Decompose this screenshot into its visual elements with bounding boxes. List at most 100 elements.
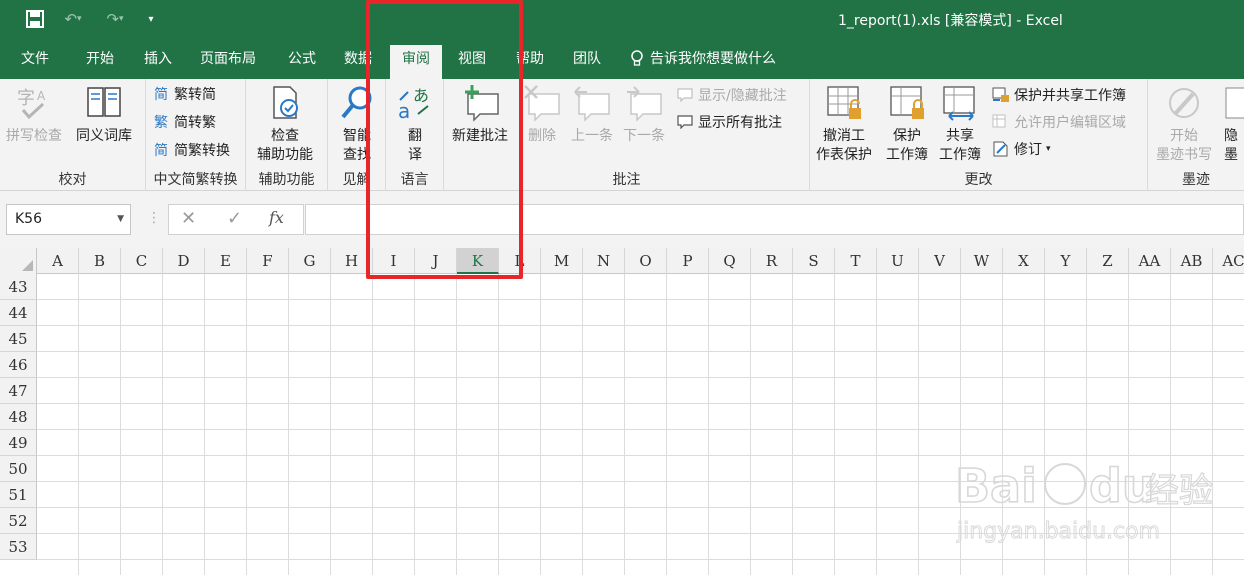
previous-comment-icon: [572, 83, 612, 123]
row-header-45[interactable]: 45: [0, 326, 37, 352]
enter-icon[interactable]: ✓: [227, 208, 242, 229]
protect-workbook-button[interactable]: 保护 工作簿: [886, 83, 928, 165]
column-header-m[interactable]: M: [541, 248, 583, 274]
thesaurus-button[interactable]: 同义词库: [76, 83, 132, 146]
group-label-ink: 墨迹: [1182, 172, 1210, 188]
column-header-w[interactable]: W: [961, 248, 1003, 274]
column-header-c[interactable]: C: [121, 248, 163, 274]
convert-button[interactable]: 简 简繁转换: [152, 139, 230, 161]
unprotect-sheet-button[interactable]: 撤消工 作表保护: [816, 83, 872, 165]
column-header-e[interactable]: E: [205, 248, 247, 274]
column-header-o[interactable]: O: [625, 248, 667, 274]
highlight-annotation: [366, 0, 523, 279]
hide-ink-icon: [1224, 83, 1244, 123]
simp-to-trad-button[interactable]: 繁 简转繁: [152, 111, 216, 133]
allow-edit-label: 允许用户编辑区域: [1014, 115, 1126, 131]
show-hide-comment-button[interactable]: 显示/隐藏批注: [676, 84, 787, 106]
track-changes-label: 修订: [1014, 142, 1042, 158]
group-changes: 撤消工 作表保护 保护 工作簿 共享 工作簿 保护并共享工作簿 允许用户编辑区域…: [810, 79, 1148, 191]
tell-me-label: 告诉我你想要做什么: [650, 51, 776, 67]
cancel-icon[interactable]: ✕: [181, 208, 196, 229]
insert-function-icon[interactable]: fx: [269, 208, 284, 227]
row-header-51[interactable]: 51: [0, 482, 37, 508]
chevron-down-icon[interactable]: ▼: [117, 205, 124, 234]
previous-comment-button[interactable]: 上一条: [571, 83, 613, 146]
allow-edit-ranges-button[interactable]: 允许用户编辑区域: [992, 111, 1126, 133]
column-header-s[interactable]: S: [793, 248, 835, 274]
column-header-n[interactable]: N: [583, 248, 625, 274]
column-header-z[interactable]: Z: [1087, 248, 1129, 274]
track-changes-icon: [992, 140, 1010, 158]
column-header-y[interactable]: Y: [1045, 248, 1087, 274]
group-proofing: 字A 拼写检查 同义词库 校对: [0, 79, 146, 191]
protect-share-label: 保护并共享工作簿: [1014, 88, 1126, 104]
row-header-53[interactable]: 53: [0, 534, 37, 560]
inking-pen-icon: [1164, 83, 1204, 123]
protect-share-icon: [992, 86, 1010, 104]
column-header-t[interactable]: T: [835, 248, 877, 274]
protect-share-button[interactable]: 保护并共享工作簿: [992, 84, 1126, 106]
column-header-u[interactable]: U: [877, 248, 919, 274]
row-header-43[interactable]: 43: [0, 274, 37, 300]
row-header-52[interactable]: 52: [0, 508, 37, 534]
undo-icon[interactable]: ↶ ▾: [58, 8, 88, 30]
column-header-ab[interactable]: AB: [1171, 248, 1213, 274]
spelling-icon: 字A: [14, 83, 54, 123]
watermark-cn: 经验: [1145, 471, 1213, 511]
show-all-comments-button[interactable]: 显示所有批注: [676, 111, 782, 133]
group-chinese-conversion: 简 繁转简 繁 简转繁 简 简繁转换 中文简繁转换: [146, 79, 246, 191]
share-workbook-button[interactable]: 共享 工作簿: [939, 83, 981, 165]
next-comment-icon: [624, 83, 664, 123]
column-header-a[interactable]: A: [37, 248, 79, 274]
tab-insert[interactable]: 插入: [140, 45, 176, 79]
unprotect-sheet-icon: [824, 83, 864, 123]
hide-ink-label-2: 墨: [1224, 147, 1238, 163]
track-changes-button[interactable]: 修订 ▾: [992, 138, 1051, 160]
trad-to-simp-button[interactable]: 简 繁转简: [152, 83, 216, 105]
column-header-aa[interactable]: AA: [1129, 248, 1171, 274]
delete-comment-button[interactable]: 删除: [522, 83, 562, 146]
formula-bar-splitter[interactable]: ⋮: [147, 210, 161, 226]
start-inking-button[interactable]: 开始 墨迹书写: [1156, 83, 1212, 165]
select-all-button[interactable]: [0, 248, 37, 274]
show-all-comments-icon: [676, 113, 694, 131]
allow-edit-ranges-icon: [992, 113, 1010, 131]
row-header-46[interactable]: 46: [0, 352, 37, 378]
next-comment-button[interactable]: 下一条: [623, 83, 665, 146]
tab-file[interactable]: 文件: [17, 45, 53, 79]
row-header-48[interactable]: 48: [0, 404, 37, 430]
customize-qat-icon[interactable]: ▾: [142, 8, 160, 30]
column-header-g[interactable]: G: [289, 248, 331, 274]
redo-icon[interactable]: ↷ ▾: [100, 8, 130, 30]
simp-trad-icon: 繁: [154, 115, 168, 131]
trad-to-simp-label: 繁转简: [174, 87, 216, 103]
check-accessibility-button[interactable]: 检查 辅助功能: [257, 83, 313, 165]
delete-label: 删除: [528, 128, 556, 144]
column-header-ac[interactable]: AC: [1213, 248, 1244, 274]
protect-label-1: 保护: [893, 128, 921, 144]
save-icon[interactable]: [24, 8, 46, 30]
column-header-x[interactable]: X: [1003, 248, 1045, 274]
row-header-47[interactable]: 47: [0, 378, 37, 404]
row-header-50[interactable]: 50: [0, 456, 37, 482]
row-header-44[interactable]: 44: [0, 300, 37, 326]
spelling-button[interactable]: 字A 拼写检查: [6, 83, 62, 146]
column-header-r[interactable]: R: [751, 248, 793, 274]
column-header-p[interactable]: P: [667, 248, 709, 274]
hide-ink-button[interactable]: 隐 墨: [1224, 83, 1244, 165]
thesaurus-icon: [84, 83, 124, 123]
tab-page-layout[interactable]: 页面布局: [196, 45, 260, 79]
column-header-b[interactable]: B: [79, 248, 121, 274]
tab-team[interactable]: 团队: [569, 45, 605, 79]
row-header-49[interactable]: 49: [0, 430, 37, 456]
name-box[interactable]: K56 ▼: [6, 204, 131, 235]
column-header-f[interactable]: F: [247, 248, 289, 274]
column-header-d[interactable]: D: [163, 248, 205, 274]
column-header-v[interactable]: V: [919, 248, 961, 274]
tab-formulas[interactable]: 公式: [284, 45, 320, 79]
show-all-label: 显示所有批注: [698, 115, 782, 131]
column-header-q[interactable]: Q: [709, 248, 751, 274]
tell-me-search[interactable]: 告诉我你想要做什么: [630, 45, 776, 73]
tab-home[interactable]: 开始: [82, 45, 118, 79]
watermark-url: jingyan.baidu.com: [956, 519, 1160, 544]
